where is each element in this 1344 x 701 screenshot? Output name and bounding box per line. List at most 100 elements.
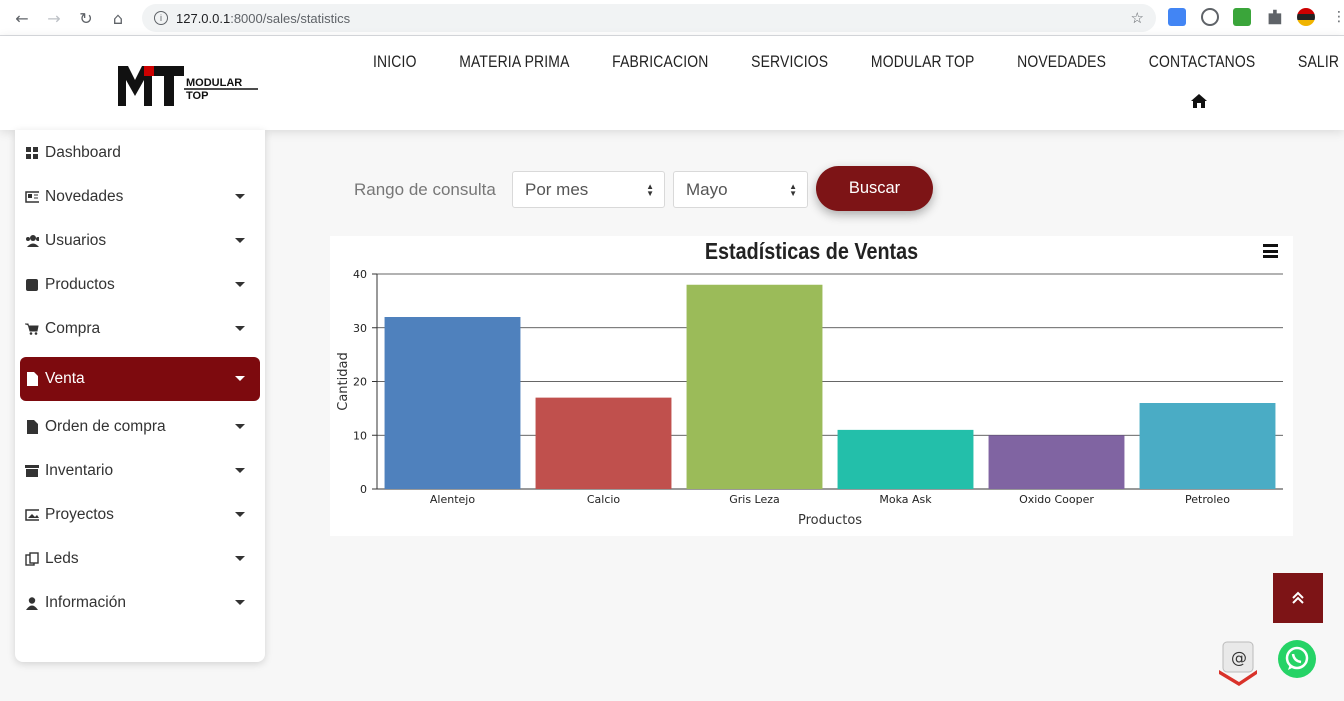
home-icon[interactable] bbox=[1191, 94, 1207, 108]
sidebar-item-venta[interactable]: Venta bbox=[20, 357, 260, 401]
select-arrows-icon: ▲ ▼ bbox=[789, 182, 797, 198]
sidebar-item-label: Productos bbox=[45, 276, 115, 293]
sidebar-item-orden-de-compra[interactable]: Orden de compra bbox=[20, 405, 260, 449]
logo[interactable]: MODULAR TOP bbox=[118, 66, 258, 106]
home-browser-icon[interactable]: ⌂ bbox=[106, 6, 130, 30]
menu-dots-icon[interactable]: ⋮ bbox=[1332, 9, 1344, 25]
url-path: :8000/sales/statistics bbox=[230, 10, 351, 26]
sidebar-item-proyectos[interactable]: Proyectos bbox=[20, 493, 260, 537]
sidebar-item-leds[interactable]: Leds bbox=[20, 537, 260, 581]
back-icon[interactable]: ← bbox=[10, 6, 34, 30]
nav-novedades[interactable]: NOVEDADES bbox=[1017, 52, 1106, 72]
y-axis-label: Cantidad bbox=[336, 352, 351, 410]
nav-inicio[interactable]: INICIO bbox=[373, 52, 417, 72]
bar bbox=[686, 284, 823, 489]
caret-down-icon bbox=[235, 376, 245, 381]
sidebar-item-informaci-n[interactable]: Información bbox=[20, 581, 260, 625]
reload-icon[interactable]: ↻ bbox=[74, 6, 98, 30]
cart-icon bbox=[25, 322, 39, 336]
sidebar: Dashboard Novedades Usuarios Productos Compr… bbox=[15, 130, 265, 662]
sidebar-item-label: Proyectos bbox=[45, 506, 114, 523]
forward-icon[interactable]: → bbox=[42, 6, 66, 30]
nav-servicios[interactable]: SERVICIOS bbox=[751, 52, 828, 72]
image-icon bbox=[25, 508, 39, 522]
scroll-top-button[interactable] bbox=[1273, 573, 1323, 623]
nav-salir[interactable]: SALIR bbox=[1298, 52, 1339, 72]
month-select-value: Mayo bbox=[686, 179, 728, 199]
y-tick-label: 0 bbox=[360, 483, 367, 496]
range-select-value: Por mes bbox=[525, 179, 589, 199]
site-header: MODULAR TOP INICIO MATERIA PRIMA FABRICA… bbox=[0, 36, 1344, 130]
sidebar-item-productos[interactable]: Productos bbox=[20, 263, 260, 307]
y-tick-label: 30 bbox=[353, 322, 367, 335]
bar bbox=[535, 397, 672, 489]
nav-fabricacion[interactable]: FABRICACION bbox=[612, 52, 708, 72]
email-icon: @ bbox=[1219, 641, 1257, 686]
caret-down-icon bbox=[235, 600, 245, 605]
main-nav: INICIO MATERIA PRIMA FABRICACION SERVICI… bbox=[373, 52, 1344, 72]
bar bbox=[384, 317, 521, 489]
email-contact-button[interactable]: @ bbox=[1217, 640, 1261, 690]
user-icon bbox=[25, 596, 39, 610]
nav-modular-top[interactable]: MODULAR TOP bbox=[871, 52, 975, 72]
nav-materia-prima[interactable]: MATERIA PRIMA bbox=[459, 52, 569, 72]
sidebar-item-novedades[interactable]: Novedades bbox=[20, 175, 260, 219]
sidebar-item-label: Usuarios bbox=[45, 232, 107, 249]
dashboard-icon bbox=[25, 146, 39, 160]
sidebar-item-label: Orden de compra bbox=[45, 418, 166, 435]
newspaper-icon bbox=[25, 190, 39, 204]
bookmark-star-icon[interactable]: ☆ bbox=[1131, 9, 1144, 27]
sidebar-item-dashboard[interactable]: Dashboard bbox=[20, 131, 260, 175]
bar bbox=[1139, 403, 1276, 489]
caret-down-icon bbox=[235, 326, 245, 331]
file-icon bbox=[25, 420, 39, 434]
month-select[interactable]: Mayo ▲ ▼ bbox=[673, 171, 808, 208]
x-tick-label: Calcio bbox=[587, 493, 621, 506]
users-icon bbox=[25, 234, 39, 248]
product-icon bbox=[25, 278, 39, 292]
y-tick-label: 10 bbox=[353, 429, 367, 442]
profile-icon[interactable] bbox=[1297, 8, 1315, 26]
caret-down-icon bbox=[235, 468, 245, 473]
range-select[interactable]: Por mes ▲ ▼ bbox=[512, 171, 665, 208]
sidebar-item-label: Inventario bbox=[45, 462, 114, 479]
caret-down-icon bbox=[235, 238, 245, 243]
y-tick-label: 40 bbox=[353, 268, 367, 281]
caret-down-icon bbox=[235, 512, 245, 517]
y-tick-label: 20 bbox=[353, 376, 367, 389]
sidebar-item-label: Compra bbox=[45, 320, 101, 337]
copy-icon bbox=[25, 552, 39, 566]
sidebar-item-label: Novedades bbox=[45, 188, 124, 205]
puzzle-icon[interactable] bbox=[1268, 9, 1282, 25]
sidebar-item-usuarios[interactable]: Usuarios bbox=[20, 219, 260, 263]
select-arrows-icon: ▲ ▼ bbox=[646, 182, 654, 198]
caret-down-icon bbox=[235, 282, 245, 287]
logo-text-modular: MODULAR bbox=[186, 77, 242, 89]
nav-contactanos[interactable]: CONTACTANOS bbox=[1149, 52, 1256, 72]
extension-icon[interactable] bbox=[1201, 8, 1219, 26]
cors-extension-icon[interactable] bbox=[1233, 8, 1251, 26]
whatsapp-button[interactable] bbox=[1278, 640, 1316, 678]
archive-icon bbox=[25, 464, 39, 478]
sidebar-item-label: Dashboard bbox=[45, 144, 121, 161]
file-icon bbox=[25, 372, 39, 386]
url-host: 127.0.0.1 bbox=[176, 10, 231, 26]
translate-extension-icon[interactable] bbox=[1168, 8, 1186, 26]
caret-down-icon bbox=[235, 194, 245, 199]
logo-text-top: TOP bbox=[186, 90, 208, 102]
caret-down-icon bbox=[235, 556, 245, 561]
x-axis-label: Productos bbox=[798, 513, 862, 528]
sidebar-item-inventario[interactable]: Inventario bbox=[20, 449, 260, 493]
sales-bar-chart: 0 10 20 30 40 Alentejo Calcio Gris Leza Moka Ask… bbox=[336, 268, 1283, 528]
double-chevron-up-icon bbox=[1292, 591, 1304, 604]
address-bar[interactable]: i 127.0.0.1:8000/sales/statistics ☆ bbox=[142, 4, 1156, 32]
caret-down-icon bbox=[235, 424, 245, 429]
sidebar-item-label: Información bbox=[45, 594, 126, 611]
whatsapp-icon bbox=[1285, 646, 1309, 670]
site-info-icon[interactable]: i bbox=[154, 11, 168, 25]
range-label: Rango de consulta bbox=[354, 180, 496, 199]
search-button[interactable]: Buscar bbox=[816, 166, 933, 211]
sidebar-item-compra[interactable]: Compra bbox=[20, 307, 260, 351]
x-tick-label: Gris Leza bbox=[729, 493, 780, 506]
bar bbox=[988, 435, 1125, 489]
